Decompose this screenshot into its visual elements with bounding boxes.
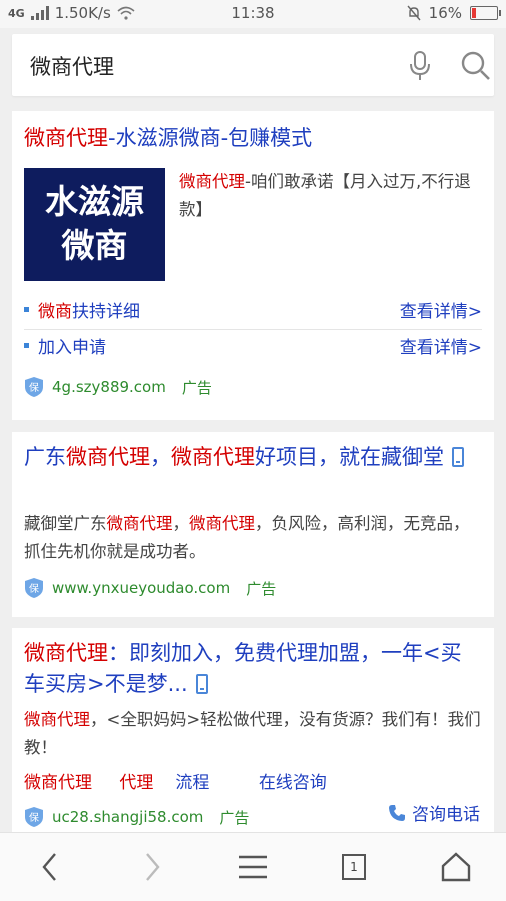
result-url-row: 保 www.ynxueyoudao.com 广告 — [24, 577, 276, 599]
menu-icon — [239, 855, 267, 879]
search-input[interactable] — [28, 50, 392, 82]
battery-fill — [472, 8, 477, 18]
sitelink-label: 加入申请 — [38, 338, 106, 358]
chevron-right-icon — [146, 853, 160, 881]
status-bar: 4G 1.50K/s 11:38 16% — [0, 0, 506, 28]
shield-icon: 保 — [25, 807, 43, 827]
back-button[interactable] — [10, 833, 90, 901]
ad-label: 广告 — [219, 808, 250, 827]
result-title[interactable]: 广东微商代理，微商代理好项目，就在藏御堂 — [24, 442, 482, 473]
battery-percent: 16% — [428, 4, 462, 22]
shield-icon: 保 — [25, 377, 43, 397]
result-card-1[interactable]: 微商代理-水滋源微商-包赚模式 水滋源 微商 微商代理-咱们敢承诺【月入过万,不… — [12, 111, 494, 420]
title-keyword: 微商代理 — [171, 445, 255, 469]
bottom-navigation: 1 — [0, 832, 506, 901]
quick-link-consult[interactable]: 在线咨询 — [259, 773, 327, 793]
title-text: ， — [150, 445, 171, 469]
title-keyword: 微商代理 — [66, 445, 150, 469]
consult-phone-button[interactable]: 咨询电话 — [388, 800, 480, 825]
phone-icon — [389, 804, 405, 821]
result-url-row: 保 4g.szy889.com 广告 — [24, 376, 212, 398]
desc-text: 藏御堂广东 — [24, 514, 107, 533]
title-text: 广东 — [24, 445, 66, 469]
chevron-left-icon — [42, 853, 56, 881]
mobile-icon — [195, 674, 208, 694]
search-bar — [12, 34, 494, 96]
bullet-icon — [24, 343, 29, 348]
shield-icon: 保 — [25, 578, 43, 598]
view-details-link[interactable]: 查看详情> — [400, 333, 482, 358]
battery-icon — [470, 6, 501, 20]
result-description: 藏御堂广东微商代理，微商代理，负风险，高利润，无竞品，抓住先机你就是成功者。 — [24, 510, 482, 566]
desc-keyword: 微商代理 — [179, 172, 245, 191]
ad-label: 广告 — [181, 378, 212, 397]
sitelink-left[interactable]: 微商扶持详细 — [38, 297, 140, 322]
sitelink-row[interactable]: 加入申请 查看详情> — [24, 329, 482, 363]
sitelink-row[interactable]: 微商扶持详细 查看详情> — [24, 293, 482, 327]
desc-keyword: 微商代理 — [106, 514, 173, 533]
bullet-icon — [24, 307, 29, 312]
tabs-button[interactable]: 1 — [314, 833, 394, 901]
home-button[interactable] — [416, 833, 496, 901]
quick-link-process[interactable]: 代理 流程 — [119, 773, 231, 793]
quick-links: 微商代理 代理 流程 在线咨询 — [24, 768, 349, 793]
result-card-3[interactable]: 微商代理：即刻加入，免费代理加盟，一年<买车买房>不是梦... 微商代理，<全职… — [12, 628, 494, 832]
result-url-row: 保 uc28.shangji58.com 广告 — [24, 806, 249, 828]
search-icon[interactable] — [460, 50, 492, 82]
result-description: 微商代理-咱们敢承诺【月入过万,不行退款】 — [179, 168, 482, 224]
logo-text-line2: 微商 — [61, 226, 128, 265]
mobile-icon — [452, 447, 464, 467]
title-keyword: 微商代理 — [24, 126, 108, 150]
result-url[interactable]: www.ynxueyoudao.com — [52, 579, 230, 597]
logo-text-line1: 水滋源 — [45, 182, 144, 221]
title-keyword: 微商代理 — [24, 641, 108, 665]
ad-image-logo[interactable]: 水滋源 微商 — [24, 168, 165, 281]
status-right: 16% — [407, 4, 501, 22]
title-text: 好项目，就在藏御堂 — [255, 445, 444, 469]
result-url[interactable]: 4g.szy889.com — [52, 378, 166, 396]
desc-text: ， — [172, 514, 190, 533]
microphone-icon[interactable] — [407, 50, 433, 82]
sitelink-left[interactable]: 加入申请 — [38, 333, 106, 358]
view-details-link[interactable]: 查看详情> — [400, 297, 482, 322]
ad-label: 广告 — [246, 579, 277, 598]
menu-button[interactable] — [213, 833, 293, 901]
svg-text:保: 保 — [29, 582, 39, 595]
tabs-icon: 1 — [342, 854, 366, 880]
tab-count: 1 — [350, 860, 358, 874]
result-title[interactable]: 微商代理-水滋源微商-包赚模式 — [24, 123, 482, 154]
desc-text: ，<全职妈妈>轻松做代理，没有货源？我们有！我们教！ — [24, 710, 481, 757]
forward-button[interactable] — [112, 833, 192, 901]
quick-link-keyword: 代理 — [119, 773, 154, 793]
sitelink-keyword: 微商 — [38, 302, 72, 322]
desc-keyword: 微商代理 — [24, 710, 90, 729]
desc-keyword: 微商代理 — [189, 514, 255, 533]
mute-icon — [407, 5, 421, 21]
home-icon — [441, 852, 471, 882]
svg-text:保: 保 — [29, 381, 39, 394]
sitelink-label: 扶持详细 — [72, 302, 140, 322]
quick-link-agent[interactable]: 微商代理 — [24, 773, 92, 793]
result-card-2[interactable]: 广东微商代理，微商代理好项目，就在藏御堂 藏御堂广东微商代理，微商代理，负风险，… — [12, 432, 494, 617]
consult-phone-label: 咨询电话 — [412, 805, 480, 825]
quick-link-label: 流程 — [175, 773, 210, 793]
result-description: 微商代理，<全职妈妈>轻松做代理，没有货源？我们有！我们教！ — [24, 706, 482, 762]
title-text: -水滋源微商-包赚模式 — [108, 126, 313, 150]
svg-text:保: 保 — [29, 811, 39, 824]
result-url[interactable]: uc28.shangji58.com — [52, 808, 203, 826]
result-title[interactable]: 微商代理：即刻加入，免费代理加盟，一年<买车买房>不是梦... — [24, 638, 482, 700]
